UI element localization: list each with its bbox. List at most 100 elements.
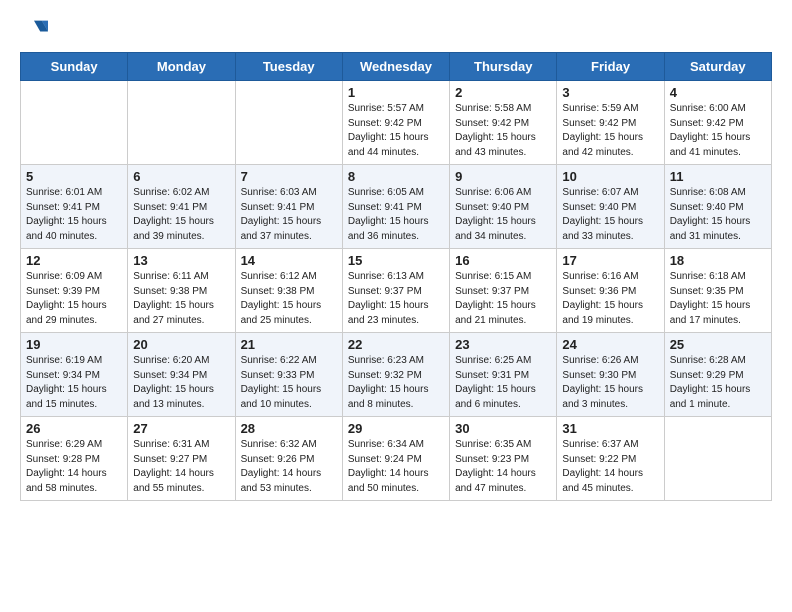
day-info: Sunrise: 6:15 AM Sunset: 9:37 PM Dayligh… (455, 271, 536, 326)
day-number: 3 (562, 85, 658, 100)
day-number: 27 (133, 421, 229, 436)
day-number: 7 (241, 169, 337, 184)
calendar-cell: 9 Sunrise: 6:06 AM Sunset: 9:40 PM Daylig… (450, 165, 557, 249)
day-number: 16 (455, 253, 551, 268)
day-info: Sunrise: 6:22 AM Sunset: 9:33 PM Dayligh… (241, 355, 322, 410)
day-info: Sunrise: 6:25 AM Sunset: 9:31 PM Dayligh… (455, 355, 536, 410)
day-info: Sunrise: 6:03 AM Sunset: 9:41 PM Dayligh… (241, 187, 322, 242)
calendar-table: SundayMondayTuesdayWednesdayThursdayFrid… (20, 52, 772, 501)
day-number: 30 (455, 421, 551, 436)
day-info: Sunrise: 6:01 AM Sunset: 9:41 PM Dayligh… (26, 187, 107, 242)
day-info: Sunrise: 6:18 AM Sunset: 9:35 PM Dayligh… (670, 271, 751, 326)
calendar-cell: 2 Sunrise: 5:58 AM Sunset: 9:42 PM Daylig… (450, 81, 557, 165)
calendar-cell: 28 Sunrise: 6:32 AM Sunset: 9:26 PM Dayli… (235, 417, 342, 501)
day-number: 19 (26, 337, 122, 352)
day-info: Sunrise: 6:12 AM Sunset: 9:38 PM Dayligh… (241, 271, 322, 326)
day-info: Sunrise: 6:34 AM Sunset: 9:24 PM Dayligh… (348, 439, 429, 494)
day-info: Sunrise: 6:06 AM Sunset: 9:40 PM Dayligh… (455, 187, 536, 242)
day-number: 18 (670, 253, 766, 268)
day-info: Sunrise: 6:37 AM Sunset: 9:22 PM Dayligh… (562, 439, 643, 494)
day-header-friday: Friday (557, 53, 664, 81)
day-number: 11 (670, 169, 766, 184)
calendar-cell: 6 Sunrise: 6:02 AM Sunset: 9:41 PM Daylig… (128, 165, 235, 249)
day-number: 23 (455, 337, 551, 352)
day-info: Sunrise: 6:19 AM Sunset: 9:34 PM Dayligh… (26, 355, 107, 410)
day-number: 28 (241, 421, 337, 436)
calendar-cell: 23 Sunrise: 6:25 AM Sunset: 9:31 PM Dayli… (450, 333, 557, 417)
day-info: Sunrise: 6:11 AM Sunset: 9:38 PM Dayligh… (133, 271, 214, 326)
day-info: Sunrise: 6:31 AM Sunset: 9:27 PM Dayligh… (133, 439, 214, 494)
day-info: Sunrise: 5:58 AM Sunset: 9:42 PM Dayligh… (455, 103, 536, 158)
calendar-cell (128, 81, 235, 165)
calendar-cell: 5 Sunrise: 6:01 AM Sunset: 9:41 PM Daylig… (21, 165, 128, 249)
day-info: Sunrise: 6:09 AM Sunset: 9:39 PM Dayligh… (26, 271, 107, 326)
calendar-cell: 12 Sunrise: 6:09 AM Sunset: 9:39 PM Dayli… (21, 249, 128, 333)
calendar-cell: 10Sunrise: 6:07 AM Sunset: 9:40 PM Dayli… (557, 165, 664, 249)
day-number: 5 (26, 169, 122, 184)
day-info: Sunrise: 6:02 AM Sunset: 9:41 PM Dayligh… (133, 187, 214, 242)
calendar-cell: 18 Sunrise: 6:18 AM Sunset: 9:35 PM Dayli… (664, 249, 771, 333)
day-info: Sunrise: 6:07 AM Sunset: 9:40 PM Dayligh… (562, 187, 643, 242)
calendar-cell: 17 Sunrise: 6:16 AM Sunset: 9:36 PM Dayli… (557, 249, 664, 333)
calendar-cell: 21 Sunrise: 6:22 AM Sunset: 9:33 PM Dayli… (235, 333, 342, 417)
day-header-monday: Monday (128, 53, 235, 81)
day-info: Sunrise: 6:08 AM Sunset: 9:40 PM Dayligh… (670, 187, 751, 242)
day-info: Sunrise: 6:29 AM Sunset: 9:28 PM Dayligh… (26, 439, 107, 494)
day-header-thursday: Thursday (450, 53, 557, 81)
day-number: 21 (241, 337, 337, 352)
day-number: 22 (348, 337, 444, 352)
day-info: Sunrise: 5:57 AM Sunset: 9:42 PM Dayligh… (348, 103, 429, 158)
calendar-cell: 14 Sunrise: 6:12 AM Sunset: 9:38 PM Dayli… (235, 249, 342, 333)
day-info: Sunrise: 6:23 AM Sunset: 9:32 PM Dayligh… (348, 355, 429, 410)
day-number: 1 (348, 85, 444, 100)
day-number: 12 (26, 253, 122, 268)
day-number: 24 (562, 337, 658, 352)
day-number: 31 (562, 421, 658, 436)
day-number: 9 (455, 169, 551, 184)
calendar-cell: 20 Sunrise: 6:20 AM Sunset: 9:34 PM Dayli… (128, 333, 235, 417)
calendar-cell: 26 Sunrise: 6:29 AM Sunset: 9:28 PM Dayli… (21, 417, 128, 501)
day-number: 25 (670, 337, 766, 352)
header-row: SundayMondayTuesdayWednesdayThursdayFrid… (21, 53, 772, 81)
day-header-saturday: Saturday (664, 53, 771, 81)
calendar-cell: 7 Sunrise: 6:03 AM Sunset: 9:41 PM Daylig… (235, 165, 342, 249)
calendar-cell: 4 Sunrise: 6:00 AM Sunset: 9:42 PM Daylig… (664, 81, 771, 165)
calendar-cell (21, 81, 128, 165)
day-info: Sunrise: 6:20 AM Sunset: 9:34 PM Dayligh… (133, 355, 214, 410)
day-number: 29 (348, 421, 444, 436)
day-number: 4 (670, 85, 766, 100)
day-info: Sunrise: 6:35 AM Sunset: 9:23 PM Dayligh… (455, 439, 536, 494)
week-row-1: 1 Sunrise: 5:57 AM Sunset: 9:42 PM Daylig… (21, 81, 772, 165)
calendar-cell: 1 Sunrise: 5:57 AM Sunset: 9:42 PM Daylig… (342, 81, 449, 165)
calendar-cell: 13 Sunrise: 6:11 AM Sunset: 9:38 PM Dayli… (128, 249, 235, 333)
day-info: Sunrise: 6:32 AM Sunset: 9:26 PM Dayligh… (241, 439, 322, 494)
day-number: 8 (348, 169, 444, 184)
calendar-cell: 19 Sunrise: 6:19 AM Sunset: 9:34 PM Dayli… (21, 333, 128, 417)
day-number: 2 (455, 85, 551, 100)
week-row-5: 26 Sunrise: 6:29 AM Sunset: 9:28 PM Dayli… (21, 417, 772, 501)
calendar-cell: 16 Sunrise: 6:15 AM Sunset: 9:37 PM Dayli… (450, 249, 557, 333)
day-header-tuesday: Tuesday (235, 53, 342, 81)
day-number: 14 (241, 253, 337, 268)
calendar-cell: 11 Sunrise: 6:08 AM Sunset: 9:40 PM Dayli… (664, 165, 771, 249)
day-number: 17 (562, 253, 658, 268)
day-info: Sunrise: 6:26 AM Sunset: 9:30 PM Dayligh… (562, 355, 643, 410)
calendar-cell: 30 Sunrise: 6:35 AM Sunset: 9:23 PM Dayli… (450, 417, 557, 501)
calendar-cell: 25Sunrise: 6:28 AM Sunset: 9:29 PM Dayli… (664, 333, 771, 417)
calendar-cell: 31 Sunrise: 6:37 AM Sunset: 9:22 PM Dayli… (557, 417, 664, 501)
day-number: 6 (133, 169, 229, 184)
day-header-sunday: Sunday (21, 53, 128, 81)
calendar-cell: 29 Sunrise: 6:34 AM Sunset: 9:24 PM Dayli… (342, 417, 449, 501)
calendar-cell: 8Sunrise: 6:05 AM Sunset: 9:41 PM Daylig… (342, 165, 449, 249)
page: SundayMondayTuesdayWednesdayThursdayFrid… (0, 0, 792, 517)
week-row-4: 19 Sunrise: 6:19 AM Sunset: 9:34 PM Dayli… (21, 333, 772, 417)
logo (20, 16, 52, 44)
day-number: 13 (133, 253, 229, 268)
day-info: Sunrise: 6:16 AM Sunset: 9:36 PM Dayligh… (562, 271, 643, 326)
calendar-cell: 15Sunrise: 6:13 AM Sunset: 9:37 PM Dayli… (342, 249, 449, 333)
day-info: Sunrise: 6:00 AM Sunset: 9:42 PM Dayligh… (670, 103, 751, 158)
day-number: 20 (133, 337, 229, 352)
day-number: 26 (26, 421, 122, 436)
header (20, 16, 772, 44)
calendar-cell: 24 Sunrise: 6:26 AM Sunset: 9:30 PM Dayli… (557, 333, 664, 417)
